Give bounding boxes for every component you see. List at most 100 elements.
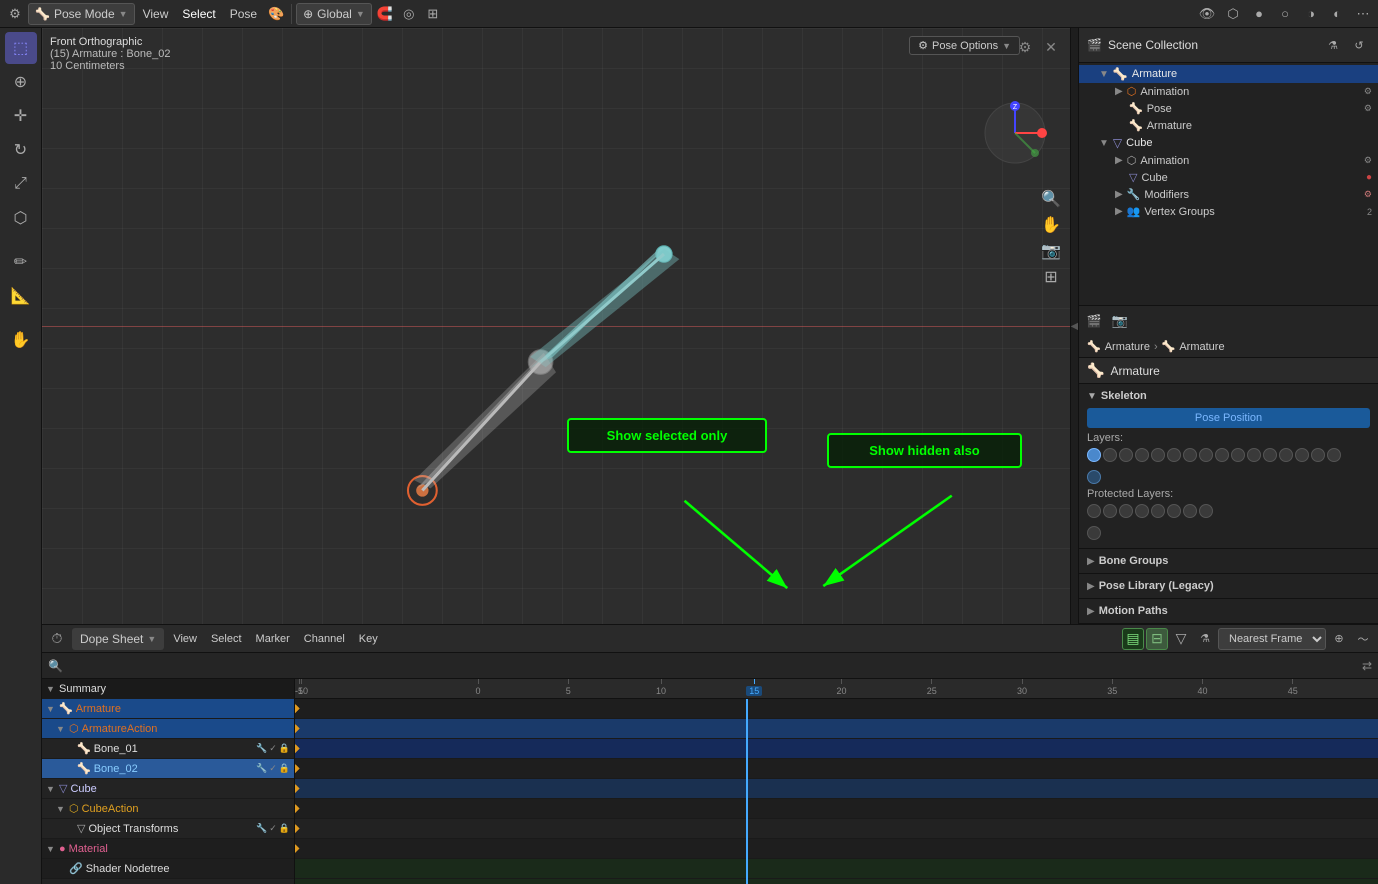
cursor-tool-btn[interactable]: ⊕ bbox=[5, 66, 37, 98]
prot-dot-3[interactable] bbox=[1135, 504, 1149, 518]
ds-key-menu[interactable]: Key bbox=[354, 631, 383, 647]
camera-icon[interactable]: 📷 bbox=[1040, 240, 1062, 262]
ds-channel-armatureaction[interactable]: ▼ ⬡ ArmatureAction bbox=[42, 719, 294, 739]
pose-options-bar[interactable]: ⚙ Pose Options ▼ bbox=[909, 36, 1020, 55]
pose-menu[interactable]: Pose bbox=[224, 5, 263, 23]
objtrans-lock[interactable]: 🔒 bbox=[279, 823, 290, 834]
ds-marker-menu[interactable]: Marker bbox=[251, 631, 295, 647]
prot-dot-5[interactable] bbox=[1167, 504, 1181, 518]
bone02-lock[interactable]: 🔒 bbox=[279, 763, 290, 774]
motion-paths-header[interactable]: ▶ Motion Paths bbox=[1087, 603, 1370, 619]
tree-item-armature-data[interactable]: 🦴 Armature bbox=[1079, 117, 1378, 134]
ds-channel-bone01[interactable]: 🦴 Bone_01 🔧 ✓ 🔒 bbox=[42, 739, 294, 759]
tree-item-cube-data[interactable]: ▽ Cube ● bbox=[1079, 169, 1378, 186]
wire-mode-icon[interactable]: ○ bbox=[1274, 3, 1296, 25]
show-selected-btn[interactable]: ▤ bbox=[1122, 628, 1144, 650]
snap-icon[interactable]: 🧲 bbox=[374, 3, 396, 25]
viewport-settings-icon[interactable]: ⚙ bbox=[1014, 36, 1036, 58]
pose-library-header[interactable]: ▶ Pose Library (Legacy) bbox=[1087, 578, 1370, 594]
nearest-frame-select[interactable]: Nearest Frame bbox=[1218, 628, 1326, 650]
viewport-close-icon[interactable]: ✕ bbox=[1040, 36, 1062, 58]
grab-btn[interactable]: ✋ bbox=[5, 324, 37, 356]
prot-dot-2[interactable] bbox=[1119, 504, 1133, 518]
transform-pivot[interactable]: ⊕ Global ▼ bbox=[296, 3, 372, 25]
ds-channel-menu[interactable]: Channel bbox=[299, 631, 350, 647]
layer-dot-0[interactable] bbox=[1087, 448, 1101, 462]
tree-item-animation-armature[interactable]: ▶ ⬡ Animation ⚙ bbox=[1079, 83, 1378, 100]
layer-dot-7[interactable] bbox=[1199, 448, 1213, 462]
more-options-icon[interactable]: ⋯ bbox=[1352, 3, 1374, 25]
ds-channel-armature[interactable]: ▼ 🦴 Armature bbox=[42, 699, 294, 719]
filter-icon[interactable]: ⚗ bbox=[1322, 34, 1344, 56]
layer-dot-5[interactable] bbox=[1167, 448, 1181, 462]
editor-type-icon[interactable]: ⚙ bbox=[4, 3, 26, 25]
navigation-gizmo[interactable]: Z bbox=[980, 98, 1050, 168]
bone01-lock[interactable]: 🔒 bbox=[279, 743, 290, 754]
layer-dot-2[interactable] bbox=[1119, 448, 1133, 462]
measure-tool-btn[interactable]: 📐 bbox=[5, 280, 37, 312]
bone02-wrench[interactable]: 🔧 bbox=[256, 763, 267, 774]
material-mode-icon[interactable]: ◑ bbox=[1300, 3, 1322, 25]
annotate-tool-btn[interactable]: ✏ bbox=[5, 246, 37, 278]
layer-dot-9[interactable] bbox=[1231, 448, 1245, 462]
ds-mode-selector[interactable]: Dope Sheet ▼ bbox=[72, 628, 164, 650]
bone-groups-header[interactable]: ▶ Bone Groups bbox=[1087, 553, 1370, 569]
zoom-to-fit-icon[interactable]: 🔍 bbox=[1040, 188, 1062, 210]
show-hidden-btn[interactable]: ⊟ bbox=[1146, 628, 1168, 650]
props-tab-render[interactable]: 📷 bbox=[1109, 310, 1131, 332]
active-layer-indicator[interactable] bbox=[1087, 470, 1101, 484]
objtrans-wrench[interactable]: 🔧 bbox=[256, 823, 267, 834]
search-input[interactable] bbox=[67, 660, 1358, 672]
rotate-tool-btn[interactable]: ↻ bbox=[5, 134, 37, 166]
dopesheet-timeline[interactable]: -10 -5 0 5 10 bbox=[295, 679, 1378, 884]
ds-channel-objtransforms[interactable]: ▽ Object Transforms 🔧 ✓ 🔒 bbox=[42, 819, 294, 839]
prot-active-indicator[interactable] bbox=[1087, 526, 1101, 540]
prot-dot-6[interactable] bbox=[1183, 504, 1197, 518]
layer-dot-8[interactable] bbox=[1215, 448, 1229, 462]
proportional-icon[interactable]: ◎ bbox=[398, 3, 420, 25]
grid-view-icon[interactable]: ⊞ bbox=[1040, 266, 1062, 288]
viewport[interactable]: Front Orthographic (15) Armature : Bone_… bbox=[42, 28, 1070, 624]
tree-item-vertex-groups[interactable]: ▶ 👥 Vertex Groups 2 bbox=[1079, 203, 1378, 220]
ds-filter-icon[interactable]: ▽ bbox=[1170, 628, 1192, 650]
layer-dot-13[interactable] bbox=[1295, 448, 1309, 462]
layer-dot-1[interactable] bbox=[1103, 448, 1117, 462]
grab-icon[interactable]: ✋ bbox=[1040, 214, 1062, 236]
pose-position-btn[interactable]: Pose Position bbox=[1087, 408, 1370, 428]
mode-selector[interactable]: 🦴 Pose Mode ▼ bbox=[28, 3, 135, 25]
ds-channel-shader[interactable]: 🔗 Shader Nodetree bbox=[42, 859, 294, 879]
ds-channel-cubeaction[interactable]: ▼ ⬡ CubeAction bbox=[42, 799, 294, 819]
layer-dot-3[interactable] bbox=[1135, 448, 1149, 462]
ds-filter-btn[interactable]: ⚗ bbox=[1194, 628, 1216, 650]
move-tool-btn[interactable]: ✛ bbox=[5, 100, 37, 132]
layer-dot-10[interactable] bbox=[1247, 448, 1261, 462]
select-tool-btn[interactable]: ⬚ bbox=[5, 32, 37, 64]
select-menu[interactable]: Select bbox=[176, 5, 221, 23]
search-swap-icon[interactable]: ⇄ bbox=[1362, 659, 1372, 673]
layer-dot-11[interactable] bbox=[1263, 448, 1277, 462]
props-tab-scene[interactable]: 🎬 bbox=[1083, 310, 1105, 332]
tree-item-animation-cube[interactable]: ▶ ⬡ Animation ⚙ bbox=[1079, 152, 1378, 169]
transform-tool-btn[interactable]: ⬡ bbox=[5, 202, 37, 234]
ds-channel-material[interactable]: ▼ ● Material bbox=[42, 839, 294, 859]
grid-icon[interactable]: ⊞ bbox=[422, 3, 444, 25]
bone01-check[interactable]: ✓ bbox=[269, 743, 277, 754]
objtrans-check[interactable]: ✓ bbox=[269, 823, 277, 834]
panel-collapse-handle[interactable]: ◀ bbox=[1070, 28, 1078, 624]
tree-item-modifiers[interactable]: ▶ 🔧 Modifiers ⚙ bbox=[1079, 186, 1378, 203]
prot-dot-7[interactable] bbox=[1199, 504, 1213, 518]
bone01-wrench[interactable]: 🔧 bbox=[256, 743, 267, 754]
bone02-check[interactable]: ✓ bbox=[269, 763, 277, 774]
viewport-shading-icon[interactable]: ⬡ bbox=[1222, 3, 1244, 25]
tree-item-armature[interactable]: ▼ 🦴 Armature bbox=[1079, 65, 1378, 83]
ds-select-menu[interactable]: Select bbox=[206, 631, 247, 647]
sync-icon[interactable]: ↺ bbox=[1348, 34, 1370, 56]
layer-dot-14[interactable] bbox=[1311, 448, 1325, 462]
tree-item-cube[interactable]: ▼ ▽ Cube bbox=[1079, 134, 1378, 152]
tree-item-pose[interactable]: 🦴 Pose ⚙ bbox=[1079, 100, 1378, 117]
ds-channel-summary[interactable]: ▼ Summary bbox=[42, 679, 294, 699]
layer-dot-15[interactable] bbox=[1327, 448, 1341, 462]
prot-dot-1[interactable] bbox=[1103, 504, 1117, 518]
scale-tool-btn[interactable]: ⤢ bbox=[5, 168, 37, 200]
ds-snap-icon[interactable]: ⊕ bbox=[1328, 628, 1350, 650]
